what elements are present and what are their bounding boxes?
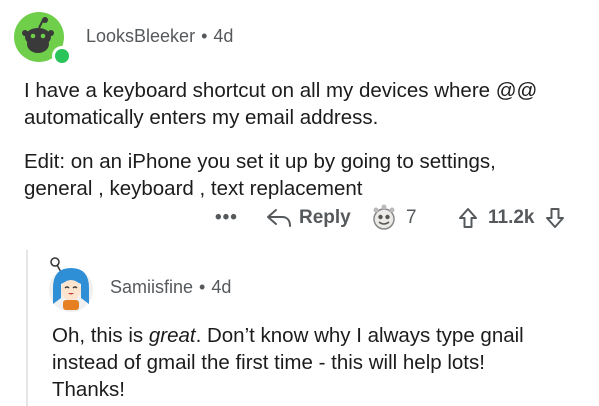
- meta-separator: •: [201, 26, 208, 46]
- avatar-girl-icon[interactable]: [45, 254, 97, 314]
- reply-button[interactable]: Reply: [265, 204, 351, 232]
- reply-emphasis: great: [148, 324, 196, 347]
- comment-line: I have a keyboard shortcut on all my dev…: [24, 79, 538, 102]
- downvote-icon[interactable]: [545, 207, 565, 229]
- more-options-button[interactable]: •••: [215, 204, 238, 232]
- reply-meta: Samiisfine • 4d: [110, 277, 231, 298]
- reply-line: Oh, this is great. Don’t know why I alwa…: [52, 322, 524, 349]
- reply-label: Reply: [299, 207, 351, 228]
- reply-line: instead of gmail the first time - this w…: [52, 351, 485, 374]
- online-status-icon: [52, 46, 72, 66]
- comment-age: 4d: [213, 26, 234, 46]
- comment-paragraph-2: Edit: on an iPhone you set it up by goin…: [24, 148, 496, 202]
- reply-age: 4d: [211, 277, 232, 297]
- comment-line: general , keyboard , text replacement: [24, 177, 363, 200]
- reply-text-part: . Don’t know why I always type gnail: [195, 324, 524, 347]
- reply-body: Oh, this is great. Don’t know why I alwa…: [52, 322, 524, 403]
- reply-arrow-icon: [267, 209, 291, 227]
- award-icon: [373, 204, 395, 230]
- upvote-icon[interactable]: [458, 207, 478, 229]
- reply-text-part: Oh, this is: [52, 324, 149, 347]
- reply-line: Thanks!: [52, 378, 125, 401]
- comment-meta: LooksBleeker • 4d: [86, 26, 233, 47]
- award-button[interactable]: 7: [370, 204, 417, 232]
- award-count: 7: [406, 207, 417, 228]
- vote-controls: 11.2k: [458, 204, 565, 232]
- thread-line[interactable]: [26, 250, 28, 406]
- comment-line: Edit: on an iPhone you set it up by goin…: [24, 150, 496, 173]
- author-name[interactable]: LooksBleeker: [86, 26, 195, 46]
- reply-author-name[interactable]: Samiisfine: [110, 277, 193, 297]
- comment-line: automatically enters my email address.: [24, 106, 379, 129]
- meta-separator: •: [199, 277, 206, 297]
- comment-paragraph-1: I have a keyboard shortcut on all my dev…: [24, 77, 537, 131]
- vote-count: 11.2k: [488, 207, 535, 228]
- comment-top-level: LooksBleeker • 4d I have a keyboard shortc…: [0, 0, 599, 240]
